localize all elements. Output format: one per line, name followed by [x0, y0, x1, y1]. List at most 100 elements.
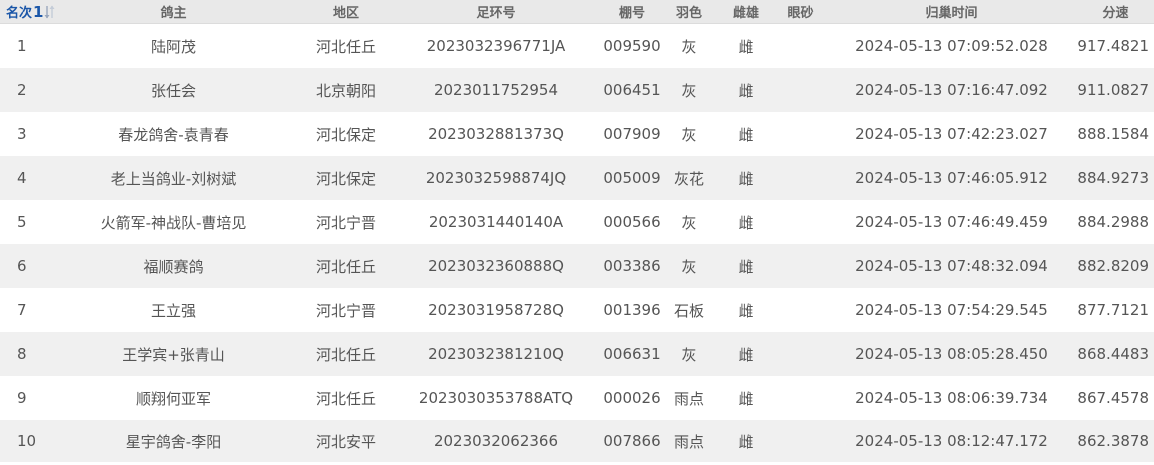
cell-speed: 867.4578	[1077, 376, 1154, 420]
cell-time: 2024-05-13 07:46:49.459	[826, 200, 1077, 244]
cell-eye	[775, 23, 826, 68]
cell-region: 河北保定	[303, 112, 389, 156]
cell-rank: 10	[0, 420, 44, 462]
cell-color: 灰花	[661, 156, 717, 200]
cell-owner: 顺翔何亚军	[44, 376, 303, 420]
cell-owner: 张任会	[44, 68, 303, 112]
cell-eye	[775, 288, 826, 332]
table-row[interactable]: 10 星宇鸽舍-李阳 河北安平 2023032062366 007866 雨点 …	[0, 420, 1154, 462]
cell-rank: 7	[0, 288, 44, 332]
cell-owner: 老上当鸽业-刘树斌	[44, 156, 303, 200]
cell-eye	[775, 244, 826, 288]
cell-owner: 春龙鸽舍-袁青春	[44, 112, 303, 156]
cell-ring: 2023032396771JA	[389, 23, 603, 68]
column-header-speed[interactable]: 分速	[1077, 0, 1154, 24]
cell-color: 雨点	[661, 376, 717, 420]
cell-loft: 006451	[603, 68, 661, 112]
cell-sex: 雌	[717, 112, 775, 156]
cell-loft: 009590	[603, 23, 661, 68]
cell-loft: 005009	[603, 156, 661, 200]
cell-color: 石板	[661, 288, 717, 332]
cell-color: 灰	[661, 332, 717, 376]
column-header-owner[interactable]: 鸽主	[44, 0, 303, 24]
cell-ring: 2023030353788ATQ	[389, 376, 603, 420]
cell-ring: 2023031958728Q	[389, 288, 603, 332]
cell-loft: 001396	[603, 288, 661, 332]
column-header-loft[interactable]: 棚号	[603, 0, 661, 24]
cell-ring: 2023032381210Q	[389, 332, 603, 376]
cell-color: 灰	[661, 200, 717, 244]
cell-speed: 877.7121	[1077, 288, 1154, 332]
cell-eye	[775, 420, 826, 462]
cell-rank: 1	[0, 23, 44, 68]
table-row[interactable]: 6 福顺赛鸽 河北任丘 2023032360888Q 003386 灰 雌 20…	[0, 244, 1154, 288]
table-row[interactable]: 5 火箭军-神战队-曹培见 河北宁晋 2023031440140A 000566…	[0, 200, 1154, 244]
column-header-eye[interactable]: 眼砂	[775, 0, 826, 24]
cell-eye	[775, 68, 826, 112]
sort-number: 1	[33, 2, 44, 21]
cell-region: 河北任丘	[303, 23, 389, 68]
cell-sex: 雌	[717, 376, 775, 420]
cell-owner: 星宇鸽舍-李阳	[44, 420, 303, 462]
cell-time: 2024-05-13 07:16:47.092	[826, 68, 1077, 112]
cell-color: 灰	[661, 112, 717, 156]
cell-eye	[775, 112, 826, 156]
cell-ring: 2023011752954	[389, 68, 603, 112]
cell-eye	[775, 376, 826, 420]
cell-speed: 884.2988	[1077, 200, 1154, 244]
cell-time: 2024-05-13 08:05:28.450	[826, 332, 1077, 376]
cell-rank: 6	[0, 244, 44, 288]
cell-ring: 2023032881373Q	[389, 112, 603, 156]
cell-sex: 雌	[717, 244, 775, 288]
cell-region: 北京朝阳	[303, 68, 389, 112]
table-row[interactable]: 1 陆阿茂 河北任丘 2023032396771JA 009590 灰 雌 20…	[0, 23, 1154, 68]
cell-speed: 862.3878	[1077, 420, 1154, 462]
cell-region: 河北安平	[303, 420, 389, 462]
cell-rank: 2	[0, 68, 44, 112]
rank-header-label: 名次	[6, 6, 33, 21]
cell-rank: 9	[0, 376, 44, 420]
cell-speed: 888.1584	[1077, 112, 1154, 156]
table-row[interactable]: 8 王学宾+张青山 河北任丘 2023032381210Q 006631 灰 雌…	[0, 332, 1154, 376]
cell-eye	[775, 332, 826, 376]
cell-speed: 882.8209	[1077, 244, 1154, 288]
cell-speed: 917.4821	[1077, 23, 1154, 68]
table-row[interactable]: 4 老上当鸽业-刘树斌 河北保定 2023032598874JQ 005009 …	[0, 156, 1154, 200]
cell-sex: 雌	[717, 420, 775, 462]
column-header-rank[interactable]: 名次 1	[0, 0, 55, 24]
cell-sex: 雌	[717, 68, 775, 112]
cell-region: 河北宁晋	[303, 200, 389, 244]
cell-eye	[775, 200, 826, 244]
cell-rank: 8	[0, 332, 44, 376]
sort-arrows-icon[interactable]	[44, 5, 55, 19]
cell-rank: 4	[0, 156, 44, 200]
table-row[interactable]: 3 春龙鸽舍-袁青春 河北保定 2023032881373Q 007909 灰 …	[0, 112, 1154, 156]
column-header-ring[interactable]: 足环号	[389, 0, 603, 24]
cell-region: 河北任丘	[303, 244, 389, 288]
table-row[interactable]: 2 张任会 北京朝阳 2023011752954 006451 灰 雌 2024…	[0, 68, 1154, 112]
table-header: 名次 1 鸽主 地区 足环号 棚号 羽色 雌雄 眼砂 归巢时间 分速	[0, 0, 1154, 24]
cell-time: 2024-05-13 07:48:32.094	[826, 244, 1077, 288]
table-row[interactable]: 9 顺翔何亚军 河北任丘 2023030353788ATQ 000026 雨点 …	[0, 376, 1154, 420]
table-body: 1 陆阿茂 河北任丘 2023032396771JA 009590 灰 雌 20…	[0, 23, 1154, 462]
cell-owner: 陆阿茂	[44, 23, 303, 68]
cell-color: 雨点	[661, 420, 717, 462]
column-header-region[interactable]: 地区	[303, 0, 389, 24]
cell-time: 2024-05-13 07:42:23.027	[826, 112, 1077, 156]
table-row[interactable]: 7 王立强 河北宁晋 2023031958728Q 001396 石板 雌 20…	[0, 288, 1154, 332]
cell-ring: 2023032062366	[389, 420, 603, 462]
cell-rank: 5	[0, 200, 44, 244]
cell-time: 2024-05-13 08:06:39.734	[826, 376, 1077, 420]
column-header-time[interactable]: 归巢时间	[826, 0, 1077, 24]
cell-loft: 003386	[603, 244, 661, 288]
cell-color: 灰	[661, 68, 717, 112]
cell-sex: 雌	[717, 332, 775, 376]
cell-rank: 3	[0, 112, 44, 156]
column-header-color[interactable]: 羽色	[661, 0, 717, 24]
cell-region: 河北任丘	[303, 332, 389, 376]
cell-owner: 火箭军-神战队-曹培见	[44, 200, 303, 244]
cell-speed: 884.9273	[1077, 156, 1154, 200]
cell-eye	[775, 156, 826, 200]
cell-owner: 福顺赛鸽	[44, 244, 303, 288]
column-header-sex[interactable]: 雌雄	[717, 0, 775, 24]
